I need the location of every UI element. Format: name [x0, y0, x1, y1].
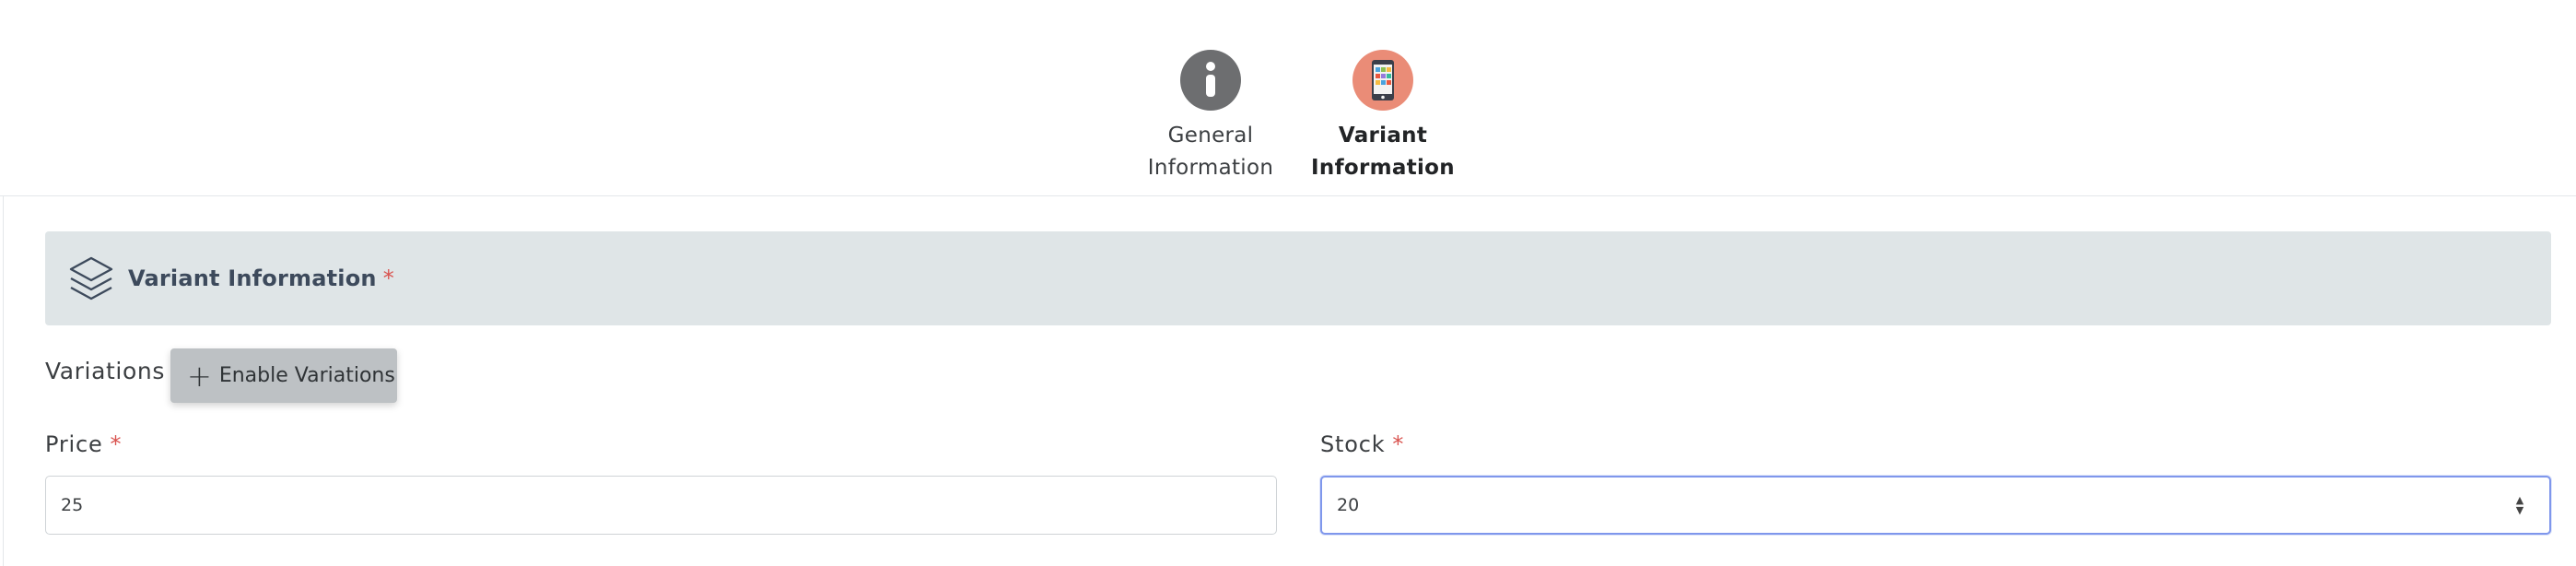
stock-input[interactable] — [1320, 476, 2551, 535]
layers-icon — [67, 254, 115, 302]
price-label-text: Price — [45, 431, 103, 457]
stepper-divider — [0, 195, 2576, 196]
required-mark: * — [110, 431, 123, 457]
step-label: Variant Information — [1282, 120, 1484, 184]
card-left-border — [3, 195, 4, 566]
required-mark: * — [1392, 431, 1405, 457]
variant-information-header: Variant Information * — [45, 231, 2551, 325]
section-title: Variant Information * — [128, 265, 394, 291]
plus-icon: + — [187, 358, 212, 394]
enable-variations-label: Enable Variations — [218, 364, 395, 387]
price-label: Price * — [45, 431, 122, 457]
stock-label: Stock * — [1320, 431, 1404, 457]
step-label-line: Information — [1311, 156, 1455, 180]
variations-label: Variations — [45, 358, 165, 384]
form-stepper: General Information Variant Information — [0, 0, 2576, 195]
stock-stepper-arrows[interactable]: ▲ ▼ — [2512, 493, 2528, 517]
price-input[interactable] — [45, 476, 1277, 535]
required-mark: * — [382, 265, 394, 291]
section-title-text: Variant Information — [128, 265, 377, 291]
tablet-icon — [1352, 50, 1413, 111]
step-variant-information[interactable]: Variant Information — [1282, 50, 1484, 184]
enable-variations-button[interactable]: + Enable Variations — [170, 348, 397, 403]
info-icon — [1180, 50, 1241, 111]
step-label-line: Variant — [1338, 124, 1428, 147]
stock-label-text: Stock — [1320, 431, 1386, 457]
caret-down-icon[interactable]: ▼ — [2516, 505, 2523, 515]
